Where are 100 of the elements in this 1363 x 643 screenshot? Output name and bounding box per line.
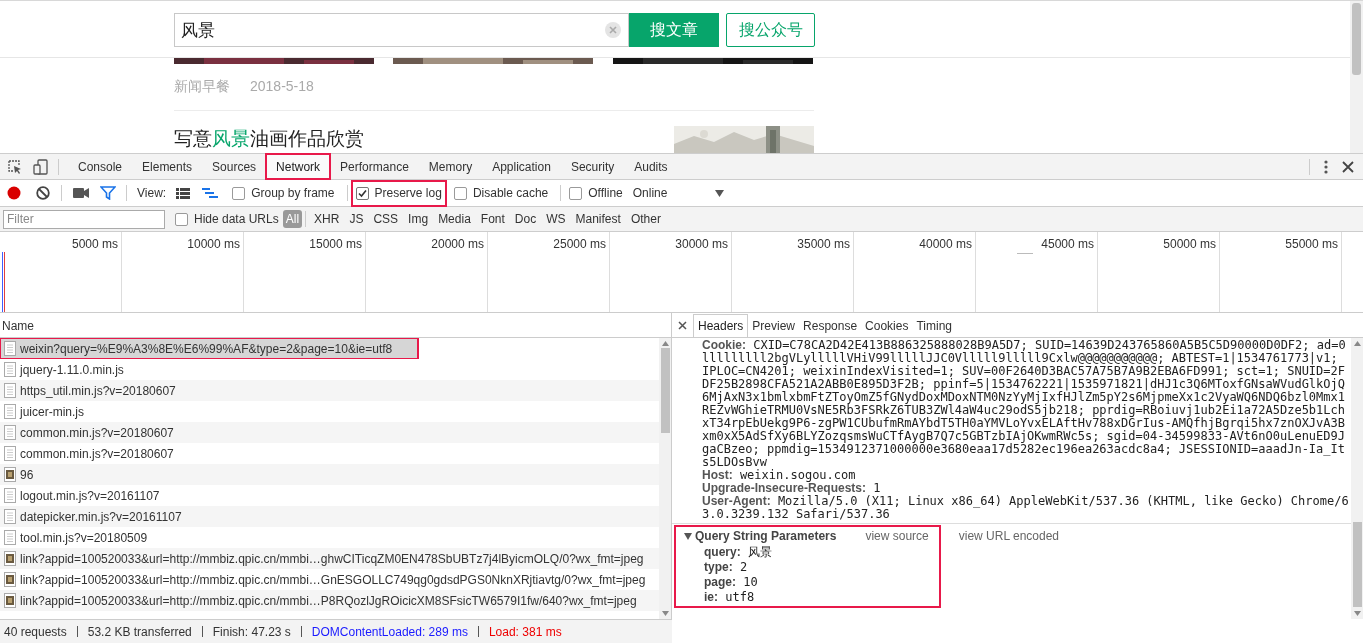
waterfall-icon[interactable]: [202, 187, 219, 199]
header-line: User-Agent: Mozilla/5.0 (X11; Linux x86_64) AppleWebKit/537.36 (KHTML, like Gecko) Chrome/63.0.3239.132 Safari/537.36: [702, 495, 1349, 521]
scroll-up-icon[interactable]: [1353, 341, 1361, 346]
article-date: 2018-5-18: [250, 77, 314, 96]
scrollbar[interactable]: [659, 338, 671, 619]
inspect-icon[interactable]: [7, 158, 23, 175]
detail-tab[interactable]: Headers: [693, 314, 749, 337]
param-line: page: 10: [703, 575, 759, 590]
scrollbar[interactable]: [1351, 338, 1363, 619]
filter-type-button[interactable]: JS: [344, 210, 369, 228]
time-tick-label: 55000 ms: [1285, 236, 1338, 253]
view-link[interactable]: view URL encoded: [958, 527, 1060, 545]
camera-icon[interactable]: [73, 187, 89, 199]
request-row[interactable]: datepicker.min.js?v=20161107: [0, 506, 659, 527]
scrollbar-thumb[interactable]: [1352, 3, 1361, 75]
detail-tab[interactable]: Timing: [912, 314, 956, 337]
view-link[interactable]: view source: [865, 527, 929, 545]
devtools-tab[interactable]: Security: [560, 154, 625, 179]
time-tick-label: 35000 ms: [797, 236, 850, 253]
article-title[interactable]: 写意风景油画作品欣赏: [174, 125, 364, 153]
checkbox[interactable]: [355, 186, 369, 200]
time-tick-label: 25000 ms: [553, 236, 606, 253]
filter-type-button[interactable]: Other: [625, 210, 666, 228]
scrollbar-thumb[interactable]: [1352, 522, 1362, 607]
list-view-icon[interactable]: [176, 187, 191, 199]
close-icon[interactable]: [1342, 160, 1354, 173]
filter-icon[interactable]: [100, 186, 116, 200]
checkbox[interactable]: [569, 186, 583, 200]
detail-tab[interactable]: Cookies: [861, 314, 913, 337]
filter-type-button[interactable]: Manifest: [570, 210, 626, 228]
checkbox-label: Preserve log: [374, 185, 442, 202]
checkbox[interactable]: [453, 186, 467, 200]
param-line: ie: utf8: [703, 590, 756, 605]
document-icon: [4, 446, 16, 461]
request-row[interactable]: link?appid=100520033&url=http://mmbiz.qpic.cn/mmbi…P8RQozlJgROicicXM8SFsicTW6579I1fw/640?wx_fmt=jpeg: [0, 590, 659, 611]
devtools-tab[interactable]: Sources: [202, 154, 267, 179]
request-row[interactable]: weixin?query=%E9%A3%8E%E6%99%AF&type=2&page=10&ie=utf8: [0, 338, 418, 359]
view-label: View:: [137, 185, 167, 202]
request-row[interactable]: https_util.min.js?v=20180607: [0, 380, 659, 401]
document-icon: [4, 509, 16, 524]
time-tick-label: 20000 ms: [431, 236, 484, 253]
param-line: query: 风景: [703, 545, 773, 560]
devtools-tab[interactable]: Performance: [330, 154, 419, 179]
section-toggle[interactable]: Query String Parameters: [684, 527, 837, 545]
filter-type-button[interactable]: WS: [541, 210, 571, 228]
image-file-icon: [4, 593, 16, 608]
filter-field[interactable]: Filter: [3, 209, 165, 229]
scroll-up-icon[interactable]: [661, 341, 669, 346]
document-icon: [4, 383, 16, 398]
devtools-tab[interactable]: Console: [68, 154, 133, 179]
status-text: DOMContentLoaded: 289 ms: [311, 623, 468, 641]
search-field[interactable]: 风景: [174, 13, 629, 47]
document-icon: [4, 488, 16, 503]
checkbox-label: Disable cache: [472, 185, 549, 202]
detail-tab[interactable]: Preview: [748, 314, 800, 337]
filter-type-button[interactable]: Font: [475, 210, 510, 228]
param-line: type: 2: [703, 560, 749, 575]
document-icon: [4, 341, 16, 356]
document-icon: [4, 530, 16, 545]
header-line: Upgrade-Insecure-Requests: 1: [702, 482, 881, 495]
image-file-icon: [4, 467, 16, 482]
filter-type-button[interactable]: CSS: [368, 210, 404, 228]
devtools-tab[interactable]: Audits: [624, 154, 678, 179]
clear-icon[interactable]: [36, 186, 50, 200]
request-row[interactable]: common.min.js?v=20180607: [0, 422, 659, 443]
column-header[interactable]: Name: [2, 317, 34, 335]
device-icon[interactable]: [33, 158, 49, 175]
throttling-dropdown[interactable]: Online: [632, 184, 725, 202]
filter-type-button[interactable]: XHR: [309, 210, 345, 228]
more-options-icon[interactable]: [1324, 159, 1328, 174]
devtools-tab[interactable]: Elements: [132, 154, 203, 179]
time-tick-label: 50000 ms: [1163, 236, 1216, 253]
checkbox-label: Hide data URLs: [194, 211, 279, 228]
close-icon[interactable]: [678, 320, 687, 330]
devtools-tab[interactable]: Network: [266, 154, 331, 179]
time-tick-label: 40000 ms: [919, 236, 972, 253]
devtools-tab[interactable]: Application: [482, 154, 561, 179]
checkbox[interactable]: [232, 186, 246, 200]
scroll-down-icon[interactable]: [661, 611, 669, 616]
time-tick-label: 30000 ms: [675, 236, 728, 253]
devtools-tab[interactable]: Memory: [418, 154, 483, 179]
time-tick-label: 5000 ms: [71, 236, 118, 253]
detail-tab[interactable]: Response: [799, 314, 862, 337]
image-file-icon: [4, 551, 16, 566]
filter-type-button[interactable]: Img: [403, 210, 434, 228]
image-file-icon: [4, 572, 16, 587]
filter-type-button[interactable]: Media: [433, 210, 476, 228]
disclosure-triangle-icon: [684, 532, 692, 540]
request-row[interactable]: link?appid=100520033&url=http://mmbiz.qpic.cn/mmbi…ghwCITicqZM0EN478SbUBTz7j4lByicmOLQ/0?wx_fmt=jpeg: [0, 548, 659, 569]
filter-type-button[interactable]: Doc: [509, 210, 542, 228]
record-button[interactable]: [7, 186, 21, 200]
document-icon: [4, 362, 16, 377]
scrollbar[interactable]: [1350, 1, 1363, 153]
checkbox[interactable]: [175, 212, 188, 226]
article-source: 新闻早餐: [174, 77, 230, 96]
scroll-down-icon[interactable]: [1353, 611, 1361, 616]
request-row[interactable]: 96: [0, 464, 659, 485]
check-icon: [357, 188, 367, 198]
scrollbar-thumb[interactable]: [660, 348, 670, 433]
time-tick-label: 45000 ms: [1041, 236, 1094, 253]
